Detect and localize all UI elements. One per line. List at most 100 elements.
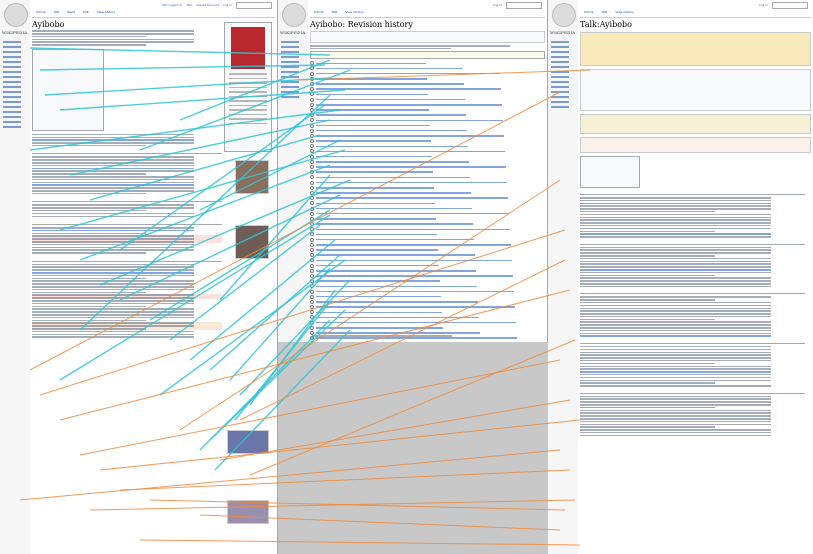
create-account-link[interactable]: Create account [196, 3, 219, 7]
sidebar-nav[interactable] [278, 41, 308, 98]
revision-row[interactable] [310, 154, 545, 159]
tab-history[interactable]: View history [611, 10, 637, 17]
revision-row[interactable] [310, 211, 545, 216]
revision-row[interactable] [310, 165, 545, 170]
link-line [249, 339, 576, 476]
tab-article[interactable]: Article [32, 10, 50, 17]
table-of-contents[interactable] [32, 48, 104, 131]
page-title: Ayibobo: Revision history [310, 20, 413, 29]
revision-row[interactable] [310, 82, 545, 87]
search-input[interactable] [772, 1, 808, 9]
tab-read[interactable]: Read [63, 10, 79, 17]
revision-row[interactable] [310, 170, 545, 175]
revision-row[interactable] [310, 92, 545, 97]
revision-row[interactable] [310, 315, 545, 320]
revision-row[interactable] [310, 279, 545, 284]
footer [312, 334, 452, 338]
revision-row[interactable] [310, 196, 545, 201]
revision-row[interactable] [310, 123, 545, 128]
revision-row[interactable] [310, 222, 545, 227]
revision-row[interactable] [310, 242, 545, 247]
revision-row[interactable] [310, 320, 545, 325]
thumbnail-image[interactable] [227, 500, 269, 524]
revision-row[interactable] [310, 341, 545, 342]
search-input[interactable] [236, 1, 272, 9]
revision-row[interactable] [310, 227, 545, 232]
page-tabs: Article Talk View history [580, 10, 811, 18]
talk-body [580, 191, 805, 437]
revision-row[interactable] [310, 185, 545, 190]
revision-row[interactable] [310, 118, 545, 123]
revision-row[interactable] [310, 305, 545, 310]
revision-row[interactable] [310, 76, 545, 81]
revision-row[interactable] [310, 190, 545, 195]
revision-row[interactable] [310, 325, 545, 330]
revision-row[interactable] [310, 66, 545, 71]
section-heading [32, 197, 222, 203]
page-tabs: Article Talk View history [310, 10, 545, 18]
revision-row[interactable] [310, 113, 545, 118]
revision-row[interactable] [310, 201, 545, 206]
sidebar: WIKIPEDIA [548, 0, 578, 554]
search-input[interactable] [506, 1, 542, 9]
tab-history[interactable]: View history [93, 10, 119, 17]
revision-row[interactable] [310, 294, 545, 299]
revision-row[interactable] [310, 87, 545, 92]
infobox-image[interactable] [231, 27, 265, 69]
tab-article[interactable]: Article [580, 10, 598, 17]
portrait-image[interactable] [235, 225, 269, 259]
talk-link[interactable]: Talk [186, 3, 192, 7]
revision-row[interactable] [310, 175, 545, 180]
revision-row[interactable] [310, 299, 545, 304]
wikipedia-logo-icon[interactable] [552, 3, 576, 27]
sidebar: WIKIPEDIA [0, 0, 30, 554]
revision-row[interactable] [310, 128, 545, 133]
revision-row[interactable] [310, 139, 545, 144]
revision-row[interactable] [310, 289, 545, 294]
revision-row[interactable] [310, 232, 545, 237]
revision-row[interactable] [310, 97, 545, 102]
article-body [32, 30, 222, 338]
tab-history[interactable]: View history [341, 10, 367, 17]
revision-row[interactable] [310, 310, 545, 315]
sidebar-nav[interactable] [0, 41, 30, 128]
revision-row[interactable] [310, 253, 545, 258]
revision-row[interactable] [310, 144, 545, 149]
tab-article[interactable]: Article [310, 10, 328, 17]
revision-row[interactable] [310, 216, 545, 221]
revision-row[interactable] [310, 61, 545, 66]
log-in-link[interactable]: Log in [759, 3, 768, 7]
revision-row[interactable] [310, 268, 545, 273]
revision-row[interactable] [310, 258, 545, 263]
revision-row[interactable] [310, 273, 545, 278]
tab-talk[interactable]: Talk [328, 10, 342, 17]
sidebar-nav[interactable] [548, 41, 578, 108]
tab-talk[interactable]: Talk [598, 10, 612, 17]
log-in-link[interactable]: Log in [223, 3, 232, 7]
table-of-contents[interactable] [580, 156, 640, 188]
revision-row[interactable] [310, 71, 545, 76]
revision-row[interactable] [310, 237, 545, 242]
revision-row[interactable] [310, 107, 545, 112]
notice-banner [580, 137, 811, 153]
revision-row[interactable] [310, 263, 545, 268]
revision-row[interactable] [310, 206, 545, 211]
revision-row[interactable] [310, 248, 545, 253]
wikiproject-banner [580, 114, 811, 134]
history-filter-box[interactable] [310, 31, 545, 43]
thumbnail-image[interactable] [227, 430, 269, 454]
revision-row[interactable] [310, 284, 545, 289]
revision-row[interactable] [310, 159, 545, 164]
wikipedia-logo-icon[interactable] [4, 3, 28, 27]
revision-row[interactable] [310, 149, 545, 154]
revision-row[interactable] [310, 133, 545, 138]
history-panel: WIKIPEDIA Log in Article Talk View histo… [278, 0, 548, 342]
revision-row[interactable] [310, 102, 545, 107]
portrait-image[interactable] [235, 160, 269, 194]
log-in-link[interactable]: Log in [493, 3, 502, 7]
wikiproject-banner [580, 69, 811, 111]
tab-talk[interactable]: Talk [50, 10, 64, 17]
wikipedia-logo-icon[interactable] [282, 3, 306, 27]
tab-edit[interactable]: Edit [79, 10, 93, 17]
revision-row[interactable] [310, 180, 545, 185]
